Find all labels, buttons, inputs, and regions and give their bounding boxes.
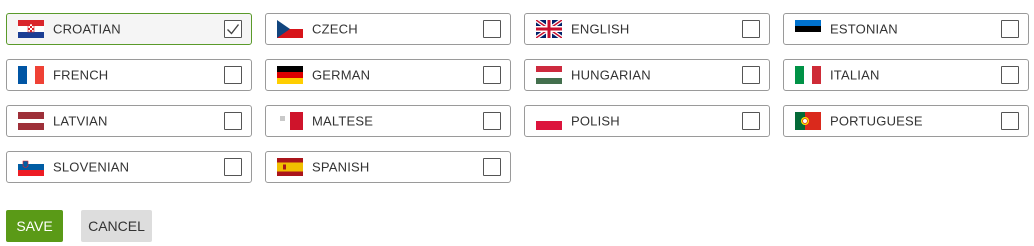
- form-actions: SAVE CANCEL: [6, 210, 152, 242]
- language-checkbox[interactable]: [742, 112, 760, 130]
- language-label: SLOVENIAN: [53, 159, 130, 175]
- language-label: FRENCH: [53, 67, 109, 83]
- italy-flag-icon: [795, 66, 821, 84]
- language-option-german[interactable]: GERMAN: [265, 59, 511, 91]
- checkmark-icon: [227, 24, 240, 35]
- language-option-croatian[interactable]: CROATIAN: [6, 13, 252, 45]
- estonia-flag-icon: [795, 20, 821, 38]
- croatia-flag-icon: [18, 20, 44, 38]
- language-option-english[interactable]: ENGLISH: [524, 13, 770, 45]
- language-label: ESTONIAN: [830, 21, 898, 37]
- language-label: SPANISH: [312, 159, 370, 175]
- language-option-latvian[interactable]: LATVIAN: [6, 105, 252, 137]
- language-option-italian[interactable]: ITALIAN: [783, 59, 1029, 91]
- language-label: GERMAN: [312, 67, 371, 83]
- uk-flag-icon: [536, 20, 562, 38]
- language-checkbox[interactable]: [224, 112, 242, 130]
- language-option-maltese[interactable]: MALTESE: [265, 105, 511, 137]
- language-option-estonian[interactable]: ESTONIAN: [783, 13, 1029, 45]
- language-option-spanish[interactable]: SPANISH: [265, 151, 511, 183]
- language-option-french[interactable]: FRENCH: [6, 59, 252, 91]
- language-option-polish[interactable]: POLISH: [524, 105, 770, 137]
- language-checkbox[interactable]: [742, 66, 760, 84]
- language-label: MALTESE: [312, 113, 374, 129]
- language-label: HUNGARIAN: [571, 67, 651, 83]
- language-label: PORTUGUESE: [830, 113, 923, 129]
- cancel-button[interactable]: CANCEL: [81, 210, 152, 242]
- language-checkbox[interactable]: [1001, 112, 1019, 130]
- language-checkbox[interactable]: [224, 66, 242, 84]
- germany-flag-icon: [277, 66, 303, 84]
- language-grid: CROATIAN CZECH ENGLISH ESTONIAN FRENCH GERMAN…: [6, 13, 1029, 183]
- language-checkbox[interactable]: [483, 66, 501, 84]
- language-label: POLISH: [571, 113, 620, 129]
- hungary-flag-icon: [536, 66, 562, 84]
- slovenia-flag-icon: [18, 158, 44, 176]
- spain-flag-icon: [277, 158, 303, 176]
- save-button[interactable]: SAVE: [6, 210, 63, 242]
- language-checkbox[interactable]: [1001, 66, 1019, 84]
- language-label: ITALIAN: [830, 67, 880, 83]
- language-checkbox[interactable]: [224, 20, 242, 38]
- language-checkbox[interactable]: [483, 158, 501, 176]
- language-checkbox[interactable]: [224, 158, 242, 176]
- language-checkbox[interactable]: [483, 112, 501, 130]
- portugal-flag-icon: [795, 112, 821, 130]
- language-option-hungarian[interactable]: HUNGARIAN: [524, 59, 770, 91]
- language-label: ENGLISH: [571, 21, 630, 37]
- language-option-portuguese[interactable]: PORTUGUESE: [783, 105, 1029, 137]
- language-checkbox[interactable]: [1001, 20, 1019, 38]
- language-label: CROATIAN: [53, 21, 121, 37]
- language-option-czech[interactable]: CZECH: [265, 13, 511, 45]
- czech-flag-icon: [277, 20, 303, 38]
- language-option-slovenian[interactable]: SLOVENIAN: [6, 151, 252, 183]
- france-flag-icon: [18, 66, 44, 84]
- poland-flag-icon: [536, 112, 562, 130]
- language-label: LATVIAN: [53, 113, 108, 129]
- malta-flag-icon: [277, 112, 303, 130]
- language-checkbox[interactable]: [483, 20, 501, 38]
- language-checkbox[interactable]: [742, 20, 760, 38]
- language-label: CZECH: [312, 21, 358, 37]
- latvia-flag-icon: [18, 112, 44, 130]
